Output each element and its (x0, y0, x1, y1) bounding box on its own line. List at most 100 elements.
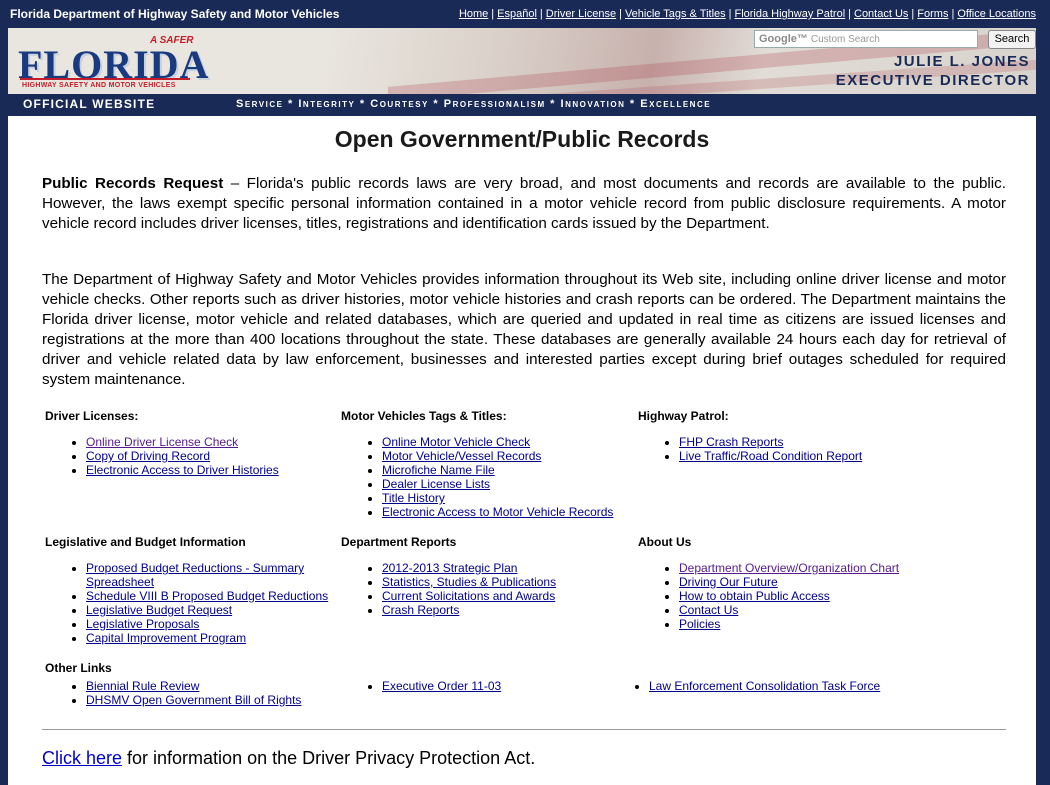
department-reports-list: 2012-2013 Strategic Plan Statistics, Stu… (338, 561, 634, 617)
list-item: Dealer License Lists (382, 477, 634, 491)
motor-vehicles-list: Online Motor Vehicle Check Motor Vehicle… (338, 435, 634, 519)
title-history-link[interactable]: Title History (382, 491, 445, 505)
department-info-paragraph: The Department of Highway Safety and Mot… (42, 271, 1006, 388)
list-item: Microfiche Name File (382, 463, 634, 477)
open-government-bill-of-rights-link[interactable]: DHSMV Open Government Bill of Rights (86, 693, 301, 707)
list-item: FHP Crash Reports (679, 435, 935, 449)
driver-licenses-heading: Driver Licenses: (45, 409, 139, 423)
nav-espanol-link[interactable]: Español (497, 8, 537, 20)
current-solicitations-link[interactable]: Current Solicitations and Awards (382, 589, 555, 603)
about-contact-us-link[interactable]: Contact Us (679, 603, 738, 617)
list-item: Driving Our Future (679, 575, 955, 589)
about-us-list: Department Overview/Organization Chart D… (635, 561, 955, 631)
list-item: DHSMV Open Government Bill of Rights (86, 693, 334, 707)
search-button[interactable]: Search (988, 30, 1036, 49)
main-content: Open Government/Public Records Public Re… (8, 116, 1036, 785)
department-overview-link[interactable]: Department Overview/Organization Chart (679, 561, 899, 575)
list-item: Live Traffic/Road Condition Report (679, 449, 935, 463)
logo-tagline: HIGHWAY SAFETY AND MOTOR VEHICLES (22, 82, 176, 89)
electronic-access-motor-vehicle-records-link[interactable]: Electronic Access to Motor Vehicle Recor… (382, 505, 613, 519)
motor-vehicles-heading: Motor Vehicles Tags & Titles: (341, 409, 507, 423)
privacy-text: for information on the Driver Privacy Pr… (122, 748, 536, 768)
list-item: Copy of Driving Record (86, 449, 332, 463)
strategic-plan-link[interactable]: 2012-2013 Strategic Plan (382, 561, 517, 575)
official-website-bar: OFFICIAL WEBSITE Service * Integrity * C… (8, 94, 1036, 116)
fhp-crash-reports-link[interactable]: FHP Crash Reports (679, 435, 783, 449)
page-title: Open Government/Public Records (334, 126, 710, 152)
law-enforcement-consolidation-link[interactable]: Law Enforcement Consolidation Task Force (649, 679, 880, 693)
policies-link[interactable]: Policies (679, 617, 720, 631)
schedule-viii-b-link[interactable]: Schedule VIII B Proposed Budget Reductio… (86, 589, 328, 603)
list-item: Title History (382, 491, 634, 505)
privacy-click-here-link[interactable]: Click here (42, 748, 122, 768)
list-item: Legislative Proposals (86, 617, 334, 631)
other-links-list-3: Law Enforcement Consolidation Task Force (605, 679, 965, 693)
department-reports-heading: Department Reports (341, 535, 457, 549)
site-title: Florida Department of Highway Safety and… (10, 7, 340, 21)
list-item: Executive Order 11-03 (382, 679, 634, 693)
google-logo: Google™ (759, 33, 808, 45)
list-item: Crash Reports (382, 603, 634, 617)
dealer-license-lists-link[interactable]: Dealer License Lists (382, 477, 490, 491)
nav-vehicle-tags-link[interactable]: Vehicle Tags & Titles (625, 8, 726, 20)
nav-contact-us-link[interactable]: Contact Us (854, 8, 908, 20)
legislative-proposals-link[interactable]: Legislative Proposals (86, 617, 199, 631)
nav-highway-patrol-link[interactable]: Florida Highway Patrol (734, 8, 845, 20)
microfiche-name-file-link[interactable]: Microfiche Name File (382, 463, 495, 477)
capital-improvement-program-link[interactable]: Capital Improvement Program (86, 631, 246, 645)
list-item: Electronic Access to Driver Histories (86, 463, 332, 477)
divider (42, 729, 1006, 730)
search-input[interactable]: Google™ Custom Search (754, 30, 978, 48)
online-driver-license-check-link[interactable]: Online Driver License Check (86, 435, 238, 449)
list-item: Policies (679, 617, 955, 631)
nav-forms-link[interactable]: Forms (917, 8, 948, 20)
nav-driver-license-link[interactable]: Driver License (546, 8, 616, 20)
search-placeholder: Custom Search (810, 34, 880, 45)
list-item: Department Overview/Organization Chart (679, 561, 955, 575)
top-nav: Home | Español | Driver License | Vehicle Tags… (458, 8, 1036, 20)
other-links-heading: Other Links (45, 661, 112, 675)
list-item: Statistics, Studies & Publications (382, 575, 634, 589)
logo-underline (20, 78, 190, 80)
list-item: How to obtain Public Access (679, 589, 955, 603)
nav-home-link[interactable]: Home (459, 8, 488, 20)
nav-office-locations-link[interactable]: Office Locations (957, 8, 1036, 20)
crash-reports-link[interactable]: Crash Reports (382, 603, 459, 617)
list-item: Online Driver License Check (86, 435, 332, 449)
copy-of-driving-record-link[interactable]: Copy of Driving Record (86, 449, 210, 463)
core-values: Service * Integrity * Courtesy * Profess… (236, 98, 712, 110)
list-item: Contact Us (679, 603, 955, 617)
other-links-list-1: Biennial Rule Review DHSMV Open Governme… (42, 679, 334, 707)
electronic-access-driver-histories-link[interactable]: Electronic Access to Driver Histories (86, 463, 279, 477)
list-item: Law Enforcement Consolidation Task Force (649, 679, 965, 693)
biennial-rule-review-link[interactable]: Biennial Rule Review (86, 679, 199, 693)
motor-vehicle-vessel-records-link[interactable]: Motor Vehicle/Vessel Records (382, 449, 541, 463)
executive-title: EXECUTIVE DIRECTOR (835, 72, 1030, 89)
driving-our-future-link[interactable]: Driving Our Future (679, 575, 778, 589)
list-item: Capital Improvement Program (86, 631, 334, 645)
list-item: Motor Vehicle/Vessel Records (382, 449, 634, 463)
list-item: Proposed Budget Reductions - Summary Spr… (86, 561, 334, 589)
list-item: 2012-2013 Strategic Plan (382, 561, 634, 575)
proposed-budget-reductions-link[interactable]: Proposed Budget Reductions - Summary Spr… (86, 561, 304, 589)
list-item: Online Motor Vehicle Check (382, 435, 634, 449)
statistics-studies-link[interactable]: Statistics, Studies & Publications (382, 575, 556, 589)
list-item: Biennial Rule Review (86, 679, 334, 693)
public-records-lead: Public Records Request (42, 175, 224, 192)
executive-name: JULIE L. JONES (893, 53, 1030, 70)
florida-logo[interactable]: FLORIDA (18, 41, 209, 88)
list-item: Schedule VIII B Proposed Budget Reductio… (86, 589, 334, 603)
about-us-heading: About Us (638, 535, 692, 549)
executive-order-link[interactable]: Executive Order 11-03 (382, 679, 501, 693)
top-bar: Florida Department of Highway Safety and… (0, 0, 1050, 28)
legislative-list: Proposed Budget Reductions - Summary Spr… (42, 561, 334, 645)
driver-licenses-list: Online Driver License Check Copy of Driv… (42, 435, 332, 477)
live-traffic-road-condition-link[interactable]: Live Traffic/Road Condition Report (679, 449, 862, 463)
online-motor-vehicle-check-link[interactable]: Online Motor Vehicle Check (382, 435, 530, 449)
list-item: Current Solicitations and Awards (382, 589, 634, 603)
privacy-notice: Click here for information on the Driver… (42, 748, 535, 769)
official-website-label: OFFICIAL WEBSITE (23, 97, 156, 111)
how-to-obtain-public-access-link[interactable]: How to obtain Public Access (679, 589, 830, 603)
legislative-budget-request-link[interactable]: Legislative Budget Request (86, 603, 232, 617)
legislative-heading: Legislative and Budget Information (45, 535, 246, 549)
